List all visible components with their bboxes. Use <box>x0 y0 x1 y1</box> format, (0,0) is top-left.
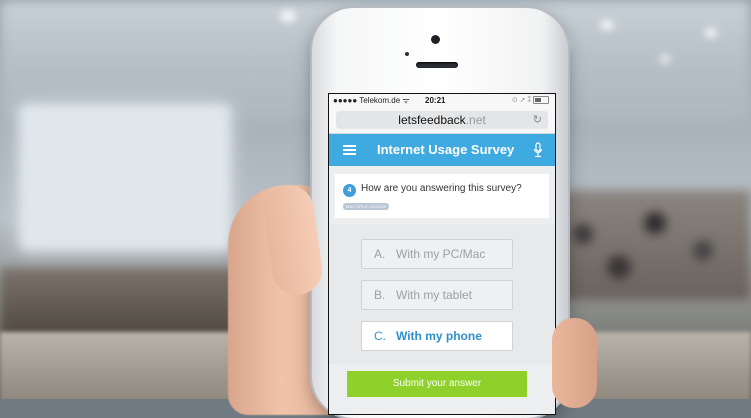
option-letter: B. <box>374 288 386 302</box>
option-letter: A. <box>374 247 386 261</box>
app-title: Internet Usage Survey <box>377 142 515 157</box>
address-field[interactable]: letsfeedback.net ↻ <box>336 111 548 129</box>
url-tld: .net <box>465 113 486 127</box>
status-icons: ⊙ ➚ ⁑ <box>511 97 532 104</box>
app-header: Internet Usage Survey <box>329 134 555 166</box>
ceiling-light <box>705 28 717 38</box>
option-letter: C. <box>374 329 386 343</box>
projector-screen <box>20 105 230 250</box>
answer-options: A. With my PC/Mac B. With my tablet C. W… <box>329 224 555 364</box>
submit-answer-button[interactable]: Submit your answer <box>347 371 527 397</box>
clock: 20:21 <box>425 96 446 105</box>
phone-screen: ●●●●● Telekom.de ᯤ 20:21 ⊙ ➚ ⁑ letsfeedb… <box>328 93 556 415</box>
earpiece-speaker <box>416 62 458 68</box>
smartphone: ●●●●● Telekom.de ᯤ 20:21 ⊙ ➚ ⁑ letsfeedb… <box>312 8 568 418</box>
option-c[interactable]: C. With my phone <box>361 321 513 351</box>
question-card: 4 How are you answering this survey? MUL… <box>335 174 549 218</box>
option-label: With my PC/Mac <box>396 247 486 261</box>
hamburger-menu-icon[interactable] <box>343 145 356 155</box>
question-text: How are you answering this survey? <box>361 183 522 194</box>
carrier-label: ●●●●● Telekom.de ᯤ <box>333 96 410 105</box>
question-type-badge: MULTIPLE CHOICE <box>343 203 390 210</box>
option-label: With my phone <box>396 329 482 343</box>
reload-icon[interactable]: ↻ <box>533 111 542 129</box>
mic-icon[interactable] <box>533 142 543 158</box>
option-label: With my tablet <box>396 288 473 302</box>
front-camera-icon <box>431 35 440 44</box>
battery-icon <box>533 96 549 105</box>
finger <box>552 318 597 408</box>
browser-url-bar: letsfeedback.net ↻ <box>329 107 555 134</box>
proximity-sensor <box>405 52 409 56</box>
status-indicators: ⊙ ➚ ⁑ <box>512 94 549 107</box>
status-bar: ●●●●● Telekom.de ᯤ 20:21 ⊙ ➚ ⁑ <box>329 94 555 107</box>
ceiling-light <box>280 10 296 22</box>
option-b[interactable]: B. With my tablet <box>361 280 513 310</box>
url-domain: letsfeedback <box>398 113 466 127</box>
ceiling-light <box>600 20 614 30</box>
ceiling-light <box>660 55 670 63</box>
option-a[interactable]: A. With my PC/Mac <box>361 239 513 269</box>
question-number-badge: 4 <box>343 184 356 197</box>
